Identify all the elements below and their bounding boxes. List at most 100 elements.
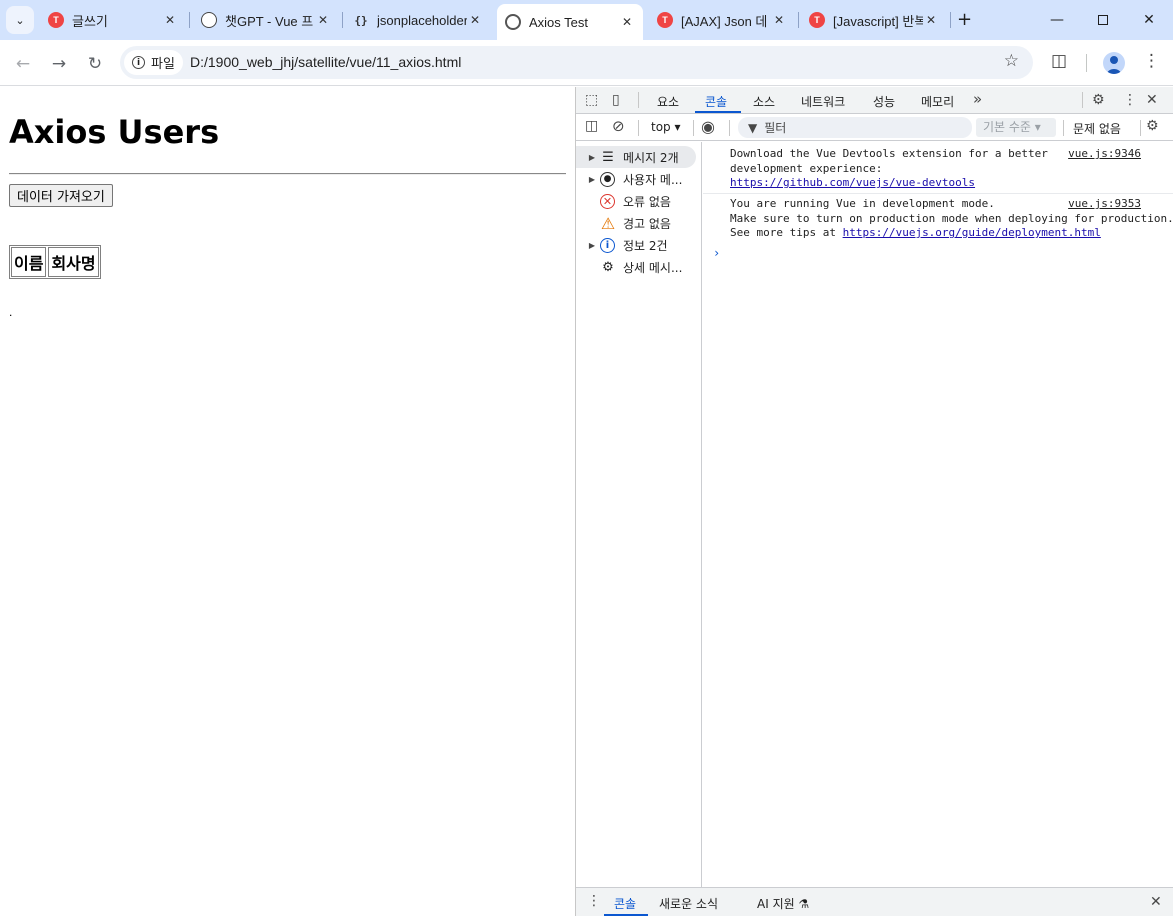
tab-5[interactable]: T [AJAX] Json 데 ✕ — [649, 6, 795, 34]
log-level-select[interactable]: 기본 수준 ▾ — [976, 118, 1056, 137]
drawer-tab-label: AI 지원 — [757, 897, 795, 911]
url-text[interactable]: D:/1900_web_jhj/satellite/vue/11_axios.h… — [190, 54, 461, 70]
console-prompt-chevron-icon[interactable]: › — [713, 246, 720, 260]
separator — [638, 92, 639, 108]
more-tabs-chevron-icon[interactable]: » — [973, 90, 982, 108]
console-sidebar: ▶ ☰ 메시지 2개 ▶ ● 사용자 메... ✕ 오류 없음 ⚠ 경고 없음 … — [576, 142, 702, 887]
tab-strip: ⌄ T 글쓰기 ✕ 챗GPT - Vue 프 ✕ {} jsonplacehol… — [0, 0, 1173, 40]
flask-icon: ⚗ — [798, 897, 810, 911]
more-vertical-icon[interactable]: ⋮ — [1123, 92, 1137, 108]
browser-toolbar: ← → ↻ i 파일 D:/1900_web_jhj/satellite/vue… — [0, 40, 1173, 86]
chevron-down-icon: ⌄ — [15, 13, 25, 27]
site-info-chip[interactable]: i 파일 — [124, 50, 183, 75]
console-output: Download the Vue Devtools extension for … — [703, 142, 1173, 887]
active-tab-indicator — [695, 111, 741, 113]
sidebar-item-verbose[interactable]: ⚙ 상세 메시... — [576, 256, 701, 278]
eye-icon[interactable]: ◉ — [701, 117, 715, 136]
tab-separator — [798, 12, 799, 28]
context-select[interactable]: top ▾ — [651, 120, 681, 134]
sidebar-item-user-messages[interactable]: ▶ ● 사용자 메... — [576, 168, 701, 190]
maximize-button[interactable] — [1080, 6, 1126, 34]
close-icon[interactable]: ✕ — [771, 13, 787, 27]
reload-button[interactable]: ↻ — [83, 52, 107, 76]
fetch-data-button[interactable]: 데이터 가져오기 — [9, 184, 113, 207]
clear-console-icon[interactable]: ⊘ — [612, 117, 625, 135]
chatgpt-icon — [201, 12, 217, 28]
drawer-tab-whats-new[interactable]: 새로운 소식 — [659, 895, 718, 912]
new-tab-button[interactable]: + — [957, 9, 972, 30]
log-level-label: 기본 수준 — [983, 120, 1031, 134]
tab-6[interactable]: T [Javascript] 반복 ✕ — [801, 6, 947, 34]
message-source-link[interactable]: vue.js:9346 — [1068, 147, 1141, 162]
tab-3[interactable]: {} jsonplaceholder ✕ — [345, 6, 491, 34]
forward-button[interactable]: → — [47, 52, 71, 76]
bookmark-star-icon[interactable]: ☆ — [1004, 51, 1019, 71]
device-toolbar-icon[interactable]: ▯ — [612, 92, 620, 108]
sidebar-item-warnings[interactable]: ⚠ 경고 없음 — [576, 212, 701, 234]
sidebar-item-label: 메시지 2개 — [623, 150, 679, 165]
issues-counter[interactable]: 문제 없음 — [1073, 120, 1121, 137]
page-viewport: Axios Users 데이터 가져오기 이름 회사명 . — [0, 87, 575, 916]
tab-console[interactable]: 콘솔 — [705, 93, 727, 110]
error-icon: ✕ — [600, 193, 615, 209]
sidebar-item-messages[interactable]: ▶ ☰ 메시지 2개 — [576, 146, 696, 168]
minimize-button[interactable]: — — [1034, 6, 1080, 34]
settings-gear-icon[interactable]: ⚙ — [1092, 92, 1105, 108]
devtools-panel: ⬚ ▯ 요소 콘솔 소스 네트워크 성능 메모리 » ⚙ ⋮ ✕ ◫ ⊘ top… — [575, 87, 1173, 916]
tab-search-button[interactable]: ⌄ — [6, 6, 34, 34]
message-divider — [703, 193, 1173, 194]
more-vertical-icon[interactable]: ⋮ — [1143, 51, 1160, 71]
filter-input[interactable]: ▼ 필터 — [738, 117, 972, 138]
sidebar-item-label: 사용자 메... — [623, 172, 683, 187]
drawer-tab-ai-assistance[interactable]: AI 지원 ⚗ — [757, 895, 809, 912]
sidebar-item-errors[interactable]: ✕ 오류 없음 — [576, 190, 701, 212]
tab-network[interactable]: 네트워크 — [801, 93, 845, 110]
address-bar[interactable]: i 파일 D:/1900_web_jhj/satellite/vue/11_ax… — [120, 46, 1033, 79]
drawer-tab-console[interactable]: 콘솔 — [614, 895, 636, 912]
arrow-left-icon: ← — [15, 54, 31, 74]
site-chip-label: 파일 — [151, 57, 175, 72]
tab-1[interactable]: T 글쓰기 ✕ — [40, 6, 186, 34]
extensions-puzzle-icon[interactable]: ◫ — [1051, 51, 1067, 71]
expand-arrow-icon[interactable]: ▶ — [585, 175, 599, 184]
close-icon[interactable]: ✕ — [619, 15, 635, 29]
separator — [1082, 92, 1083, 108]
maximize-icon — [1098, 15, 1108, 25]
drawer-menu-icon[interactable]: ⋮ — [587, 893, 601, 909]
profile-avatar[interactable] — [1103, 52, 1125, 74]
divider — [9, 173, 566, 175]
close-window-button[interactable]: ✕ — [1126, 6, 1172, 34]
expand-arrow-icon[interactable]: ▶ — [585, 153, 599, 162]
close-icon[interactable]: ✕ — [162, 13, 178, 27]
message-source-link[interactable]: vue.js:9353 — [1068, 197, 1141, 212]
sidebar-toggle-icon[interactable]: ◫ — [585, 118, 598, 134]
tab-title: 글쓰기 — [72, 13, 108, 29]
message-link[interactable]: https://vuejs.org/guide/deployment.html — [843, 226, 1101, 239]
separator — [1063, 120, 1064, 136]
close-icon[interactable]: ✕ — [923, 13, 939, 27]
sidebar-item-info[interactable]: ▶ i 정보 2건 — [576, 234, 701, 256]
expand-arrow-icon[interactable]: ▶ — [585, 241, 599, 250]
message-link[interactable]: https://github.com/vuejs/vue-devtools — [730, 176, 975, 189]
list-icon: ☰ — [602, 149, 614, 165]
tab-memory[interactable]: 메모리 — [921, 93, 954, 110]
console-settings-gear-icon[interactable]: ⚙ — [1146, 118, 1159, 134]
tab-4-active[interactable]: Axios Test ✕ — [497, 4, 643, 40]
close-icon[interactable]: ✕ — [315, 13, 331, 27]
tab-sources[interactable]: 소스 — [753, 93, 775, 110]
inspect-element-icon[interactable]: ⬚ — [585, 92, 598, 108]
tab-2[interactable]: 챗GPT - Vue 프 ✕ — [193, 6, 339, 34]
close-icon[interactable]: ✕ — [467, 13, 483, 27]
console-message: Download the Vue Devtools extension for … — [703, 147, 1173, 191]
close-icon[interactable]: ✕ — [1146, 92, 1158, 108]
tab-elements[interactable]: 요소 — [657, 93, 679, 110]
tab-title: 챗GPT - Vue 프 — [225, 13, 314, 29]
close-drawer-icon[interactable]: ✕ — [1150, 894, 1162, 910]
console-toolbar: ◫ ⊘ top ▾ ◉ ▼ 필터 기본 수준 ▾ 문제 없음 ⚙ — [576, 115, 1173, 141]
tab-performance[interactable]: 성능 — [873, 93, 895, 110]
tistory-icon: T — [657, 12, 673, 28]
context-label: top — [651, 120, 671, 134]
avatar-body — [1107, 69, 1121, 74]
back-button[interactable]: ← — [11, 52, 35, 76]
devtools-tab-bar: ⬚ ▯ 요소 콘솔 소스 네트워크 성능 메모리 » ⚙ ⋮ ✕ — [576, 87, 1173, 114]
